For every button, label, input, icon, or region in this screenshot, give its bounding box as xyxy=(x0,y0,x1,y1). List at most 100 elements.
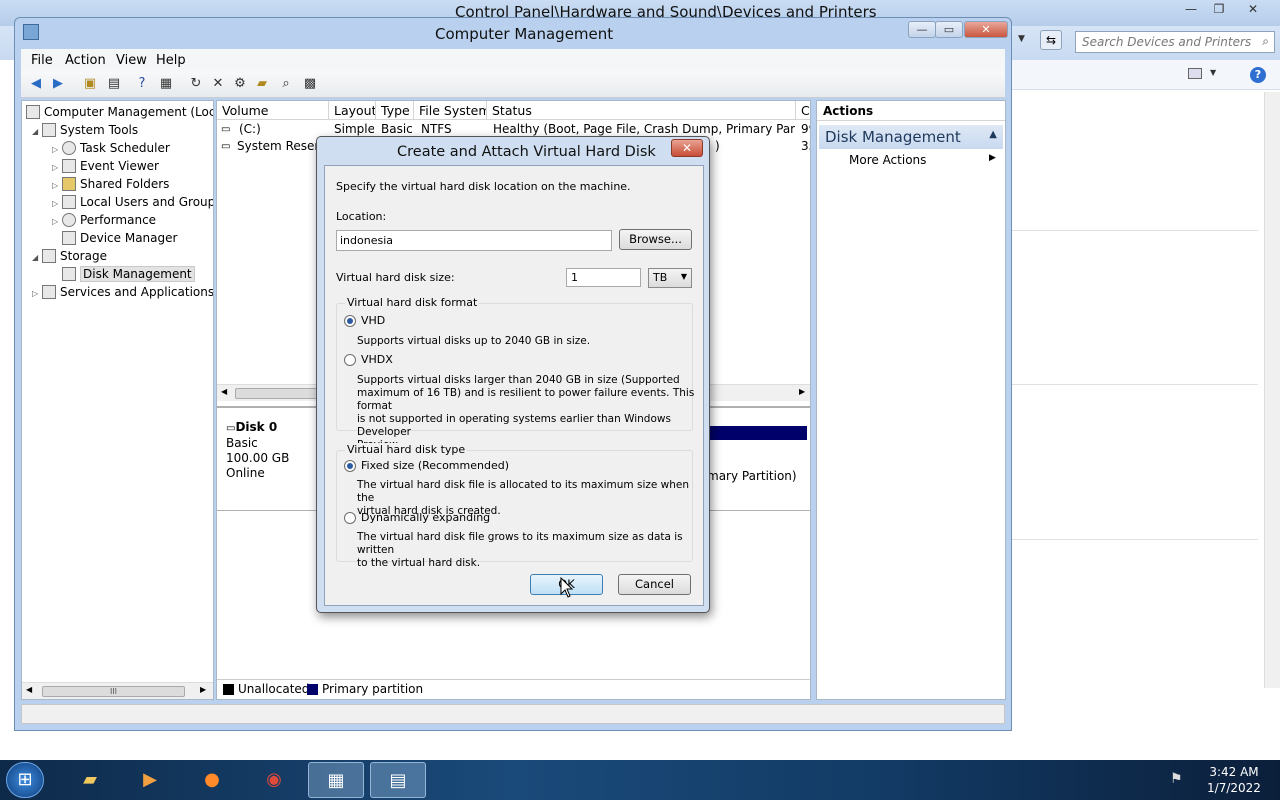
refresh-icon[interactable]: ⇆ xyxy=(1040,30,1062,50)
clock-date: 1/7/2022 xyxy=(1207,781,1261,795)
tree-item-performance[interactable]: ▷ Performance xyxy=(52,211,156,229)
expand-arrow-icon[interactable]: ▷ xyxy=(52,213,62,231)
dialog-body: Specify the virtual hard disk location o… xyxy=(324,165,704,606)
tree-item-services-applications[interactable]: ▷ Services and Applications xyxy=(32,283,213,303)
tree-item-device-manager[interactable]: Device Manager xyxy=(62,229,177,247)
dropdown-arrow-icon[interactable]: ▼ xyxy=(1018,34,1025,44)
search-icon[interactable]: ⌕ xyxy=(277,75,295,93)
vhd-radio[interactable] xyxy=(344,315,356,327)
services-icon xyxy=(42,285,56,299)
chrome-taskbar-icon[interactable]: ◉ xyxy=(246,762,302,798)
submenu-arrow-icon[interactable]: ▶ xyxy=(989,153,996,163)
scroll-thumb[interactable]: III xyxy=(42,686,185,697)
minimize-icon[interactable]: — xyxy=(908,21,936,38)
devices-printers-taskbar-icon[interactable]: ▤ xyxy=(370,762,426,798)
partition-label[interactable]: mary Partition) xyxy=(707,469,797,483)
help-icon[interactable]: ? xyxy=(133,75,151,93)
search-devices-input[interactable]: Search Devices and Printers ⌕ xyxy=(1075,31,1275,53)
help-icon[interactable]: ? xyxy=(1250,67,1266,83)
tree-item-computer-management[interactable]: Computer Management (Local xyxy=(26,103,213,121)
more-actions-item[interactable]: More Actions xyxy=(849,153,926,167)
vhd-label[interactable]: VHD xyxy=(361,314,385,327)
browse-button[interactable]: Browse... xyxy=(619,229,692,250)
expand-arrow-icon[interactable]: ▷ xyxy=(32,285,42,303)
fixed-size-radio[interactable] xyxy=(344,460,356,472)
size-unit-select[interactable]: TB ▼ xyxy=(648,268,692,288)
settings-icon[interactable]: ⚙ xyxy=(231,75,249,93)
refresh-icon[interactable]: ↻ xyxy=(187,75,205,93)
open-folder-icon[interactable]: ▰ xyxy=(253,75,271,93)
tree-item-event-viewer[interactable]: ▷ Event Viewer xyxy=(52,157,159,175)
view-options-icon[interactable] xyxy=(1188,68,1202,79)
properties-icon[interactable]: ▦ xyxy=(157,75,175,93)
column-volume[interactable]: Volume xyxy=(217,101,329,120)
tree-item-storage[interactable]: ◢ Storage xyxy=(32,247,107,265)
menu-action[interactable]: Action xyxy=(65,53,106,68)
explorer-taskbar-icon[interactable]: ▰ xyxy=(62,762,118,798)
dialog-close-icon[interactable]: ✕ xyxy=(671,139,703,157)
scroll-right-icon[interactable]: ▶ xyxy=(200,685,206,694)
collapse-arrow-icon[interactable]: ◢ xyxy=(32,249,42,267)
minimize-icon[interactable]: — xyxy=(1178,2,1204,20)
vhdx-description: Supports virtual disks larger than 2040 … xyxy=(357,374,695,451)
close-icon[interactable]: ✕ xyxy=(1240,2,1266,20)
dialog-title: Create and Attach Virtual Hard Disk xyxy=(397,144,656,160)
vhdx-radio[interactable] xyxy=(344,354,356,366)
mouse-cursor-icon xyxy=(560,577,574,598)
column-file-system[interactable]: File System xyxy=(414,101,487,120)
size-input[interactable] xyxy=(566,268,641,287)
column-layout[interactable]: Layout xyxy=(329,101,376,120)
menu-view[interactable]: View xyxy=(116,53,147,68)
tools-icon xyxy=(42,123,56,137)
tree-horizontal-scrollbar[interactable]: ◀ III ▶ xyxy=(22,682,213,699)
actions-group-disk-management[interactable]: Disk Management ▲ xyxy=(819,125,1003,149)
clock[interactable]: 3:42 AM 1/7/2022 xyxy=(1198,764,1270,796)
primary-partition-bar[interactable] xyxy=(707,426,807,440)
format-group-label: Virtual hard disk format xyxy=(345,296,480,309)
maximize-icon[interactable]: ❐ xyxy=(1206,2,1232,20)
column-type[interactable]: Type xyxy=(376,101,414,120)
tree-item-local-users-groups[interactable]: ▷ Local Users and Groups xyxy=(52,193,213,211)
start-button[interactable]: ⊞ xyxy=(6,762,44,798)
scroll-right-icon[interactable]: ▶ xyxy=(799,387,805,396)
menu-file[interactable]: File xyxy=(31,53,53,68)
back-icon[interactable]: ◀ xyxy=(27,75,45,93)
view-dropdown-icon[interactable]: ▼ xyxy=(1210,68,1216,77)
tree-item-system-tools[interactable]: ◢ System Tools xyxy=(32,121,138,139)
up-folder-icon[interactable]: ▣ xyxy=(81,75,99,93)
vhdx-label[interactable]: VHDX xyxy=(361,353,393,366)
action-center-icon[interactable]: ⚑ xyxy=(1170,771,1186,789)
chevron-down-icon[interactable]: ▼ xyxy=(681,272,687,281)
column-capacity[interactable]: C xyxy=(796,101,810,120)
media-player-taskbar-icon[interactable]: ▶ xyxy=(122,762,178,798)
show-hide-tree-icon[interactable]: ▤ xyxy=(105,75,123,93)
computer-management-taskbar-icon[interactable]: ▦ xyxy=(308,762,364,798)
dynamic-radio[interactable] xyxy=(344,512,356,524)
forward-icon[interactable]: ▶ xyxy=(49,75,67,93)
scroll-left-icon[interactable]: ◀ xyxy=(221,387,227,396)
firefox-taskbar-icon[interactable]: ● xyxy=(184,762,240,798)
collapse-up-icon[interactable]: ▲ xyxy=(989,129,997,140)
scroll-left-icon[interactable]: ◀ xyxy=(26,685,32,694)
collapse-arrow-icon[interactable]: ◢ xyxy=(32,123,42,141)
column-status[interactable]: Status xyxy=(487,101,796,120)
scroll-thumb[interactable] xyxy=(235,388,325,399)
cancel-button[interactable]: Cancel xyxy=(618,574,691,595)
close-icon[interactable]: ✕ xyxy=(964,21,1008,38)
location-label: Location: xyxy=(336,210,387,223)
tree-item-shared-folders[interactable]: ▷ Shared Folders xyxy=(52,175,169,193)
disk-properties-icon[interactable]: ▩ xyxy=(301,75,319,93)
location-input[interactable] xyxy=(336,230,612,251)
delete-icon[interactable]: ✕ xyxy=(209,75,227,93)
tree-item-task-scheduler[interactable]: ▷ Task Scheduler xyxy=(52,139,170,157)
dynamic-label[interactable]: Dynamically expanding xyxy=(361,511,490,524)
performance-icon xyxy=(62,213,76,227)
background-vertical-scrollbar[interactable] xyxy=(1264,92,1280,688)
tree-item-disk-management[interactable]: Disk Management xyxy=(62,265,195,283)
status-bar xyxy=(21,704,1005,724)
maximize-icon[interactable]: ▭ xyxy=(935,21,963,38)
legend-unallocated: Unallocated xyxy=(238,682,310,696)
search-icon[interactable]: ⌕ xyxy=(1262,34,1269,49)
fixed-size-label[interactable]: Fixed size (Recommended) xyxy=(361,459,509,472)
menu-help[interactable]: Help xyxy=(156,53,186,68)
